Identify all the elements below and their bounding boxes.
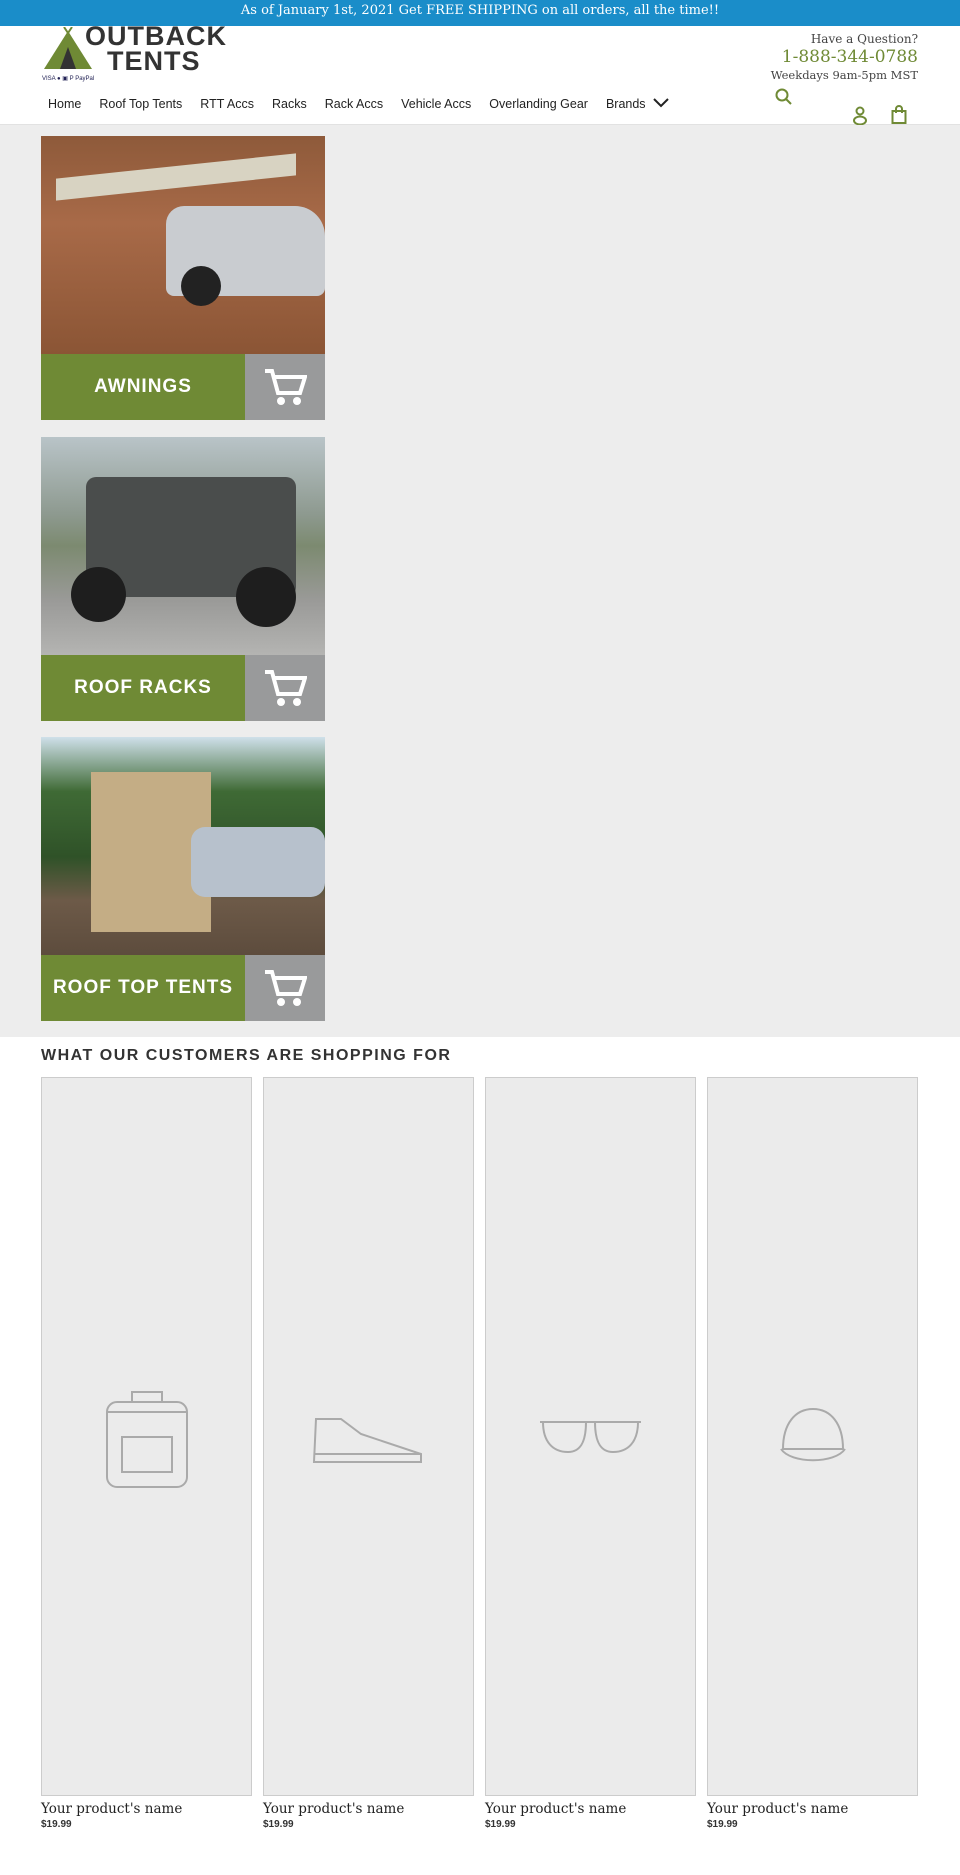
logo-text: OUTBACK TENTS [85,23,227,76]
product-name[interactable]: Your product's name [263,1801,474,1817]
product-name[interactable]: Your product's name [41,1801,252,1817]
business-hours: Weekdays 9am-5pm MST [770,68,918,82]
tile-label: ROOF RACKS [41,655,245,721]
product-name[interactable]: Your product's name [485,1801,696,1817]
product-price: $19.99 [707,1819,738,1830]
nav-overlanding-gear[interactable]: Overlanding Gear [489,97,588,111]
nav-brands-label: Brands [605,97,646,111]
chevron-down-icon [653,98,669,108]
collection-section: AWNINGS ROOF RACKS ROOF TOP TENTS [0,125,960,1037]
nav-vehicle-accs[interactable]: Vehicle Accs [401,97,471,111]
product-card[interactable]: Your product's name $19.99 [263,1077,474,1830]
logo[interactable]: OUTBACK TENTS VISA ● ▣ P PayPal [42,23,232,87]
product-card[interactable]: Your product's name $19.99 [485,1077,696,1830]
backpack-icon [41,1077,252,1796]
phone-number[interactable]: 1-888-344-0788 [771,47,918,67]
nav-brands[interactable]: Brands [606,97,669,111]
nav-rack-accs[interactable]: Rack Accs [325,97,383,111]
tile-label: AWNINGS [41,354,245,420]
main-nav: Home Roof Top Tents RTT Accs Racks Rack … [48,97,669,111]
product-card[interactable]: Your product's name $19.99 [41,1077,252,1830]
nav-racks[interactable]: Racks [272,97,307,111]
contact-question: Have a Question? [810,32,918,46]
payment-icons: VISA ● ▣ P PayPal [42,76,95,82]
sunglasses-icon [485,1077,696,1796]
product-card[interactable]: Your product's name $19.99 [707,1077,918,1830]
nav-rtt-accs[interactable]: RTT Accs [200,97,254,111]
product-price: $19.99 [41,1819,72,1830]
shopping-cart-icon[interactable] [245,354,325,420]
tile-roof-top-tents[interactable]: ROOF TOP TENTS [41,737,325,1021]
logo-line2: TENTS [107,46,201,76]
contact-info: Have a Question? 1-888-344-0788 Weekdays… [771,32,918,82]
tile-roof-racks[interactable]: ROOF RACKS [41,437,325,721]
account-icon[interactable] [852,106,868,126]
nav-home[interactable]: Home [48,97,81,111]
shoe-icon [263,1077,474,1796]
tile-label: ROOF TOP TENTS [41,955,245,1021]
cap-icon [707,1077,918,1796]
awnings-image [41,136,325,354]
site-header: OUTBACK TENTS VISA ● ▣ P PayPal Have a Qu… [0,23,960,126]
tile-awnings[interactable]: AWNINGS [41,136,325,420]
roof-racks-image [41,437,325,655]
search-icon[interactable] [775,88,793,106]
nav-roof-top-tents[interactable]: Roof Top Tents [99,97,182,111]
featured-heading: WHAT OUR CUSTOMERS ARE SHOPPING FOR [41,1047,452,1064]
product-price: $19.99 [485,1819,516,1830]
shopping-cart-icon[interactable] [245,655,325,721]
product-name[interactable]: Your product's name [707,1801,918,1817]
cart-bag-icon[interactable] [891,105,907,125]
roof-top-tents-image [41,737,325,955]
shopping-cart-icon[interactable] [245,955,325,1021]
product-price: $19.99 [263,1819,294,1830]
